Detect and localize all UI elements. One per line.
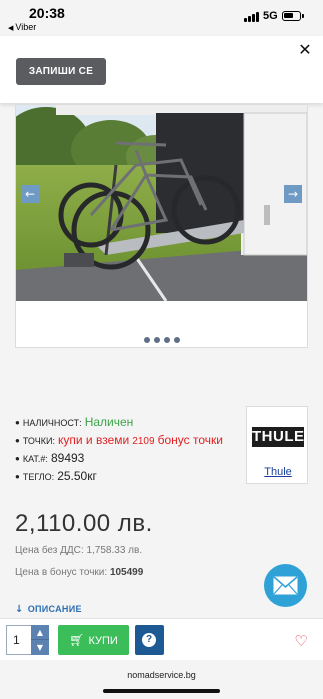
availability-row: ● НАЛИЧНОСТ: Наличен bbox=[15, 413, 243, 431]
quantity-decrease-icon[interactable]: ▼ bbox=[31, 640, 49, 655]
brand-logo: THULE bbox=[252, 427, 305, 447]
arrow-down-icon: ↓ bbox=[15, 604, 24, 615]
price-without-vat: Цена без ДДС: 1,758.33 лв. bbox=[15, 545, 143, 556]
product-details: ● НАЛИЧНОСТ: Наличен ● ТОЧКИ: купи и вземи… bbox=[15, 413, 243, 485]
availability-label: НАЛИЧНОСТ: bbox=[22, 418, 82, 428]
points-text: купи и вземи bbox=[58, 433, 130, 447]
brand-link[interactable]: Thule bbox=[247, 466, 309, 478]
catalog-value: 89493 bbox=[50, 451, 85, 465]
cart-icon: 🛒︎ bbox=[69, 633, 85, 647]
back-app-label: Viber bbox=[15, 22, 37, 32]
heart-icon[interactable]: ♡ bbox=[292, 632, 310, 650]
status-bar: 20:38 ◀ Viber 5G bbox=[0, 0, 323, 36]
question-icon: ? bbox=[142, 633, 156, 647]
weight-label: ТЕГЛО: bbox=[22, 472, 55, 482]
quantity-input[interactable] bbox=[6, 625, 32, 655]
points-label: ТОЧКИ: bbox=[22, 436, 55, 446]
carousel-dot[interactable] bbox=[143, 337, 150, 343]
browser-url-bar: nomadservice.bg bbox=[0, 660, 323, 699]
catalog-label: КАТ.#: bbox=[22, 454, 48, 464]
points-row: ● ТОЧКИ: купи и вземи 2109 бонус точки bbox=[15, 431, 243, 449]
signal-icon bbox=[244, 12, 260, 22]
bonus-value: 105499 bbox=[109, 567, 144, 578]
back-to-app-link[interactable]: ◀ Viber bbox=[8, 22, 36, 32]
availability-value: Наличен bbox=[84, 415, 134, 429]
page-header: ЗАПИШИ СЕ ✕ bbox=[0, 36, 323, 103]
carousel-dot[interactable] bbox=[153, 337, 160, 343]
price-in-bonus-points: Цена в бонус точки: 105499 bbox=[15, 567, 143, 578]
page-url[interactable]: nomadservice.bg bbox=[0, 670, 323, 680]
close-icon[interactable]: ✕ bbox=[297, 42, 313, 58]
help-button[interactable]: ? bbox=[135, 625, 164, 655]
bullet-icon: ● bbox=[15, 472, 20, 481]
bullet-icon: ● bbox=[15, 454, 20, 463]
envelope-icon bbox=[273, 576, 298, 595]
product-price: 2,110.00 лв. bbox=[15, 510, 153, 537]
bullet-icon: ● bbox=[15, 436, 20, 445]
description-label: ОПИСАНИЕ bbox=[27, 604, 82, 614]
weight-value: 25.50кг bbox=[57, 469, 97, 483]
weight-row: ● ТЕГЛО: 25.50кг bbox=[15, 467, 243, 485]
arrow-right-icon[interactable]: → bbox=[284, 185, 302, 203]
points-value: 2109 bbox=[132, 436, 155, 447]
carousel-dot[interactable] bbox=[173, 337, 180, 343]
description-toggle[interactable]: ↓ ОПИСАНИЕ bbox=[15, 604, 82, 615]
brand-card[interactable]: THULE Thule bbox=[246, 406, 308, 484]
signup-button[interactable]: ЗАПИШИ СЕ bbox=[16, 58, 106, 85]
status-time: 20:38 bbox=[29, 5, 65, 21]
points-suffix: бонус точки bbox=[157, 433, 223, 447]
carousel-dot[interactable] bbox=[163, 337, 170, 343]
bonus-label: Цена в бонус точки: bbox=[15, 567, 108, 578]
buy-label: КУПИ bbox=[88, 635, 118, 647]
buy-bar: ▲ ▼ 🛒︎КУПИ ? ♡ bbox=[0, 618, 323, 660]
catalog-row: ● КАТ.#: 89493 bbox=[15, 449, 243, 467]
buy-button[interactable]: 🛒︎ КУПИ bbox=[58, 625, 129, 655]
back-triangle-icon: ◀ bbox=[8, 25, 14, 32]
bike-rack-photo bbox=[16, 105, 307, 301]
bullet-icon: ● bbox=[15, 418, 20, 427]
home-indicator[interactable] bbox=[103, 689, 220, 693]
product-photo[interactable] bbox=[16, 105, 307, 301]
mail-button[interactable] bbox=[264, 564, 307, 607]
battery-icon bbox=[282, 11, 304, 21]
product-gallery: ← → bbox=[15, 104, 308, 348]
quantity-increase-icon[interactable]: ▲ bbox=[31, 625, 49, 640]
arrow-left-icon[interactable]: ← bbox=[21, 185, 39, 203]
network-type: 5G bbox=[263, 10, 278, 22]
carousel-dots bbox=[16, 337, 307, 343]
